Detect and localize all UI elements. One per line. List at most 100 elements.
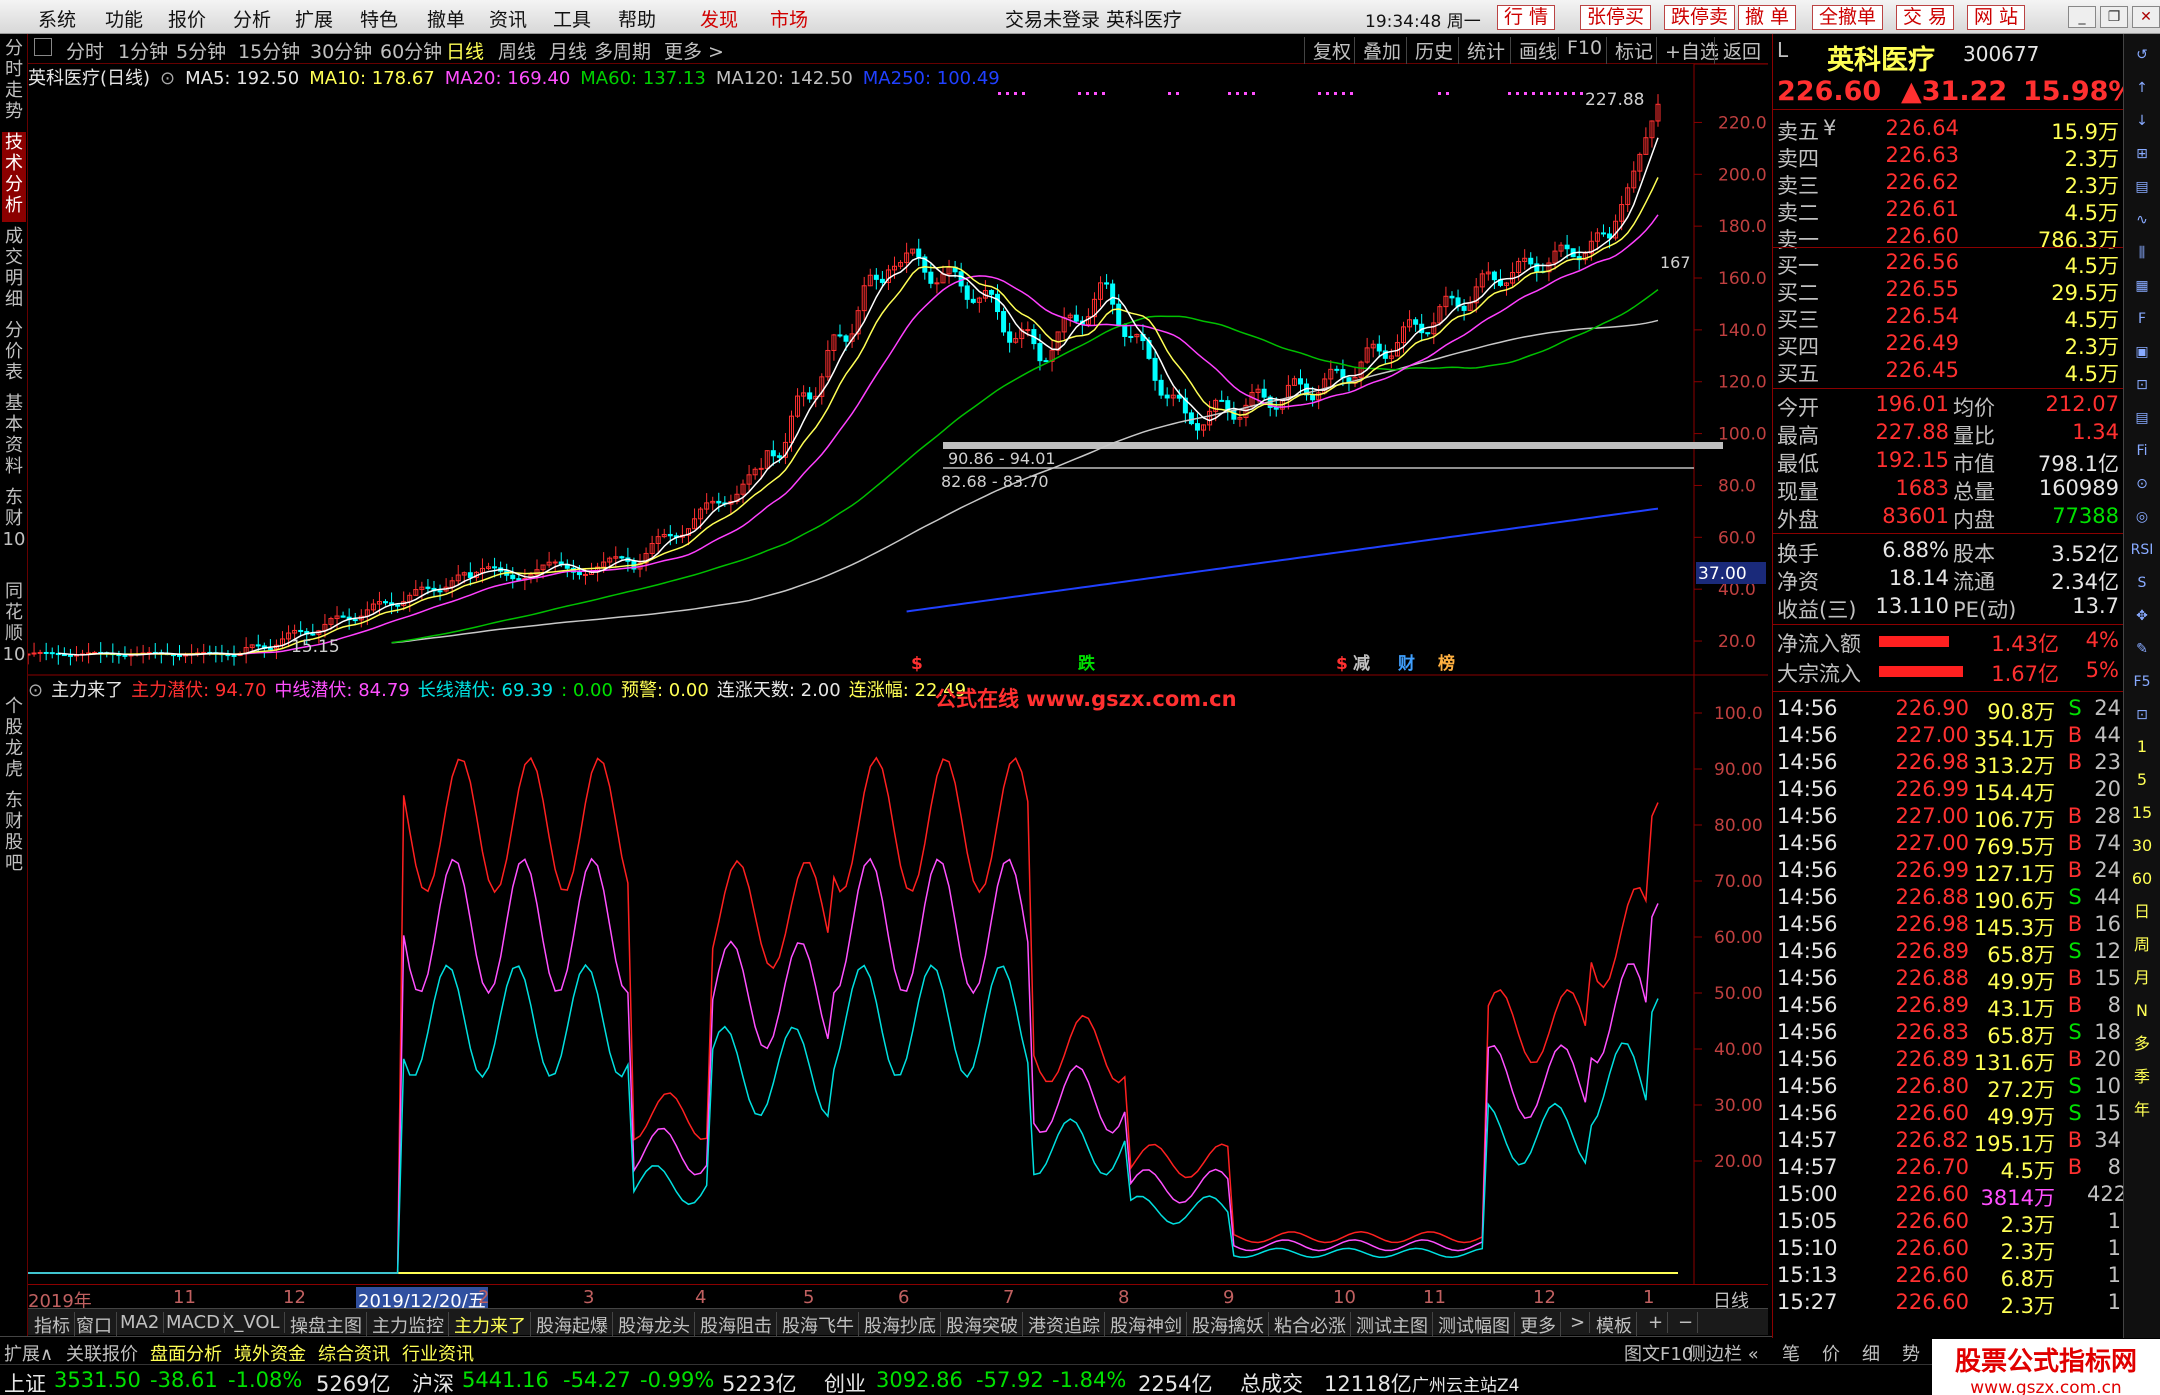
- chart-tool-button[interactable]: 叠加: [1354, 37, 1401, 64]
- extension-tab[interactable]: 扩展∧: [4, 1340, 53, 1366]
- toolbar-icon[interactable]: ⊙: [2128, 471, 2156, 497]
- extension-tab[interactable]: 综合资讯: [318, 1340, 390, 1366]
- toolbar-icon[interactable]: ∿: [2128, 207, 2156, 233]
- toolbar-icon[interactable]: Fi: [2128, 438, 2156, 464]
- chart-tool-button[interactable]: F10: [1558, 37, 1602, 59]
- period-tab[interactable]: 日线: [446, 37, 484, 64]
- chart-tool-button[interactable]: 标记: [1606, 37, 1653, 64]
- period-tab[interactable]: 分时: [66, 37, 104, 64]
- toolbar-icon[interactable]: F5: [2128, 669, 2156, 695]
- indicator-tab[interactable]: MACD: [162, 1312, 225, 1333]
- indicator-chart[interactable]: 100.0 90.00 80.00 70.00 60.00 50.00 40.00 30.00…: [28, 676, 1768, 1284]
- indicator-tab[interactable]: 股海阻击: [696, 1312, 777, 1338]
- toolbar-icon[interactable]: 1: [2128, 734, 2156, 760]
- quick-trade-button[interactable]: 网 站: [1967, 5, 2026, 30]
- side-tab[interactable]: 技术分析: [2, 132, 26, 222]
- period-tab[interactable]: 周线: [498, 37, 536, 64]
- legend-settings-icon[interactable]: ⊙: [160, 68, 175, 89]
- bid-price[interactable]: 226.55: [1849, 277, 1959, 301]
- indicator-tab[interactable]: 窗口: [72, 1312, 117, 1338]
- quick-trade-button[interactable]: 跌停卖: [1664, 5, 1736, 30]
- bid-price[interactable]: 226.45: [1849, 358, 1959, 382]
- bid-price[interactable]: 226.56: [1849, 250, 1959, 274]
- indicator-tab[interactable]: 股海擒妖: [1188, 1312, 1269, 1338]
- panel-toggle[interactable]: 笔: [1782, 1340, 1800, 1366]
- event-marker[interactable]: 减: [1353, 653, 1370, 674]
- indicator-tab[interactable]: 主力来了: [450, 1312, 531, 1338]
- indicator-tab[interactable]: 粘合必涨: [1270, 1312, 1351, 1338]
- toolbar-icon[interactable]: ▤: [2128, 174, 2156, 200]
- toolbar-icon[interactable]: 月: [2128, 965, 2156, 991]
- toolbar-icon[interactable]: F: [2128, 306, 2156, 332]
- side-tab[interactable]: 东财10: [2, 487, 26, 577]
- toolbar-icon[interactable]: ⊡: [2128, 702, 2156, 728]
- quick-trade-button[interactable]: 全撤单: [1812, 5, 1884, 30]
- toolbar-icon[interactable]: S: [2128, 570, 2156, 596]
- toolbar-icon[interactable]: N: [2128, 998, 2156, 1024]
- toolbar-icon[interactable]: ↑: [2128, 75, 2156, 101]
- side-tab[interactable]: 分价表: [2, 320, 26, 389]
- toolbar-icon[interactable]: 季: [2128, 1064, 2156, 1090]
- menu-item[interactable]: 帮助: [618, 5, 656, 32]
- period-tab[interactable]: 60分钟: [380, 37, 442, 64]
- side-tab[interactable]: 东财股吧: [2, 790, 26, 880]
- event-marker[interactable]: $: [1336, 654, 1348, 674]
- indicator-tab[interactable]: 指标: [30, 1312, 75, 1338]
- quick-trade-button[interactable]: 张停买: [1580, 5, 1652, 30]
- toolbar-icon[interactable]: ◎: [2128, 504, 2156, 530]
- period-tab[interactable]: 5分钟: [176, 37, 226, 64]
- indicator-tab[interactable]: 测试幅图: [1434, 1312, 1515, 1338]
- indicator-tab[interactable]: 股海突破: [942, 1312, 1023, 1338]
- indicator-tab[interactable]: 更多: [1516, 1312, 1561, 1338]
- toolbar-icon[interactable]: 30: [2128, 833, 2156, 859]
- indicator-tab[interactable]: 测试主图: [1352, 1312, 1433, 1338]
- toolbar-icon[interactable]: ✥: [2128, 603, 2156, 629]
- chart-tool-button[interactable]: +自选: [1656, 37, 1719, 64]
- indicator-tab[interactable]: MA2: [116, 1312, 165, 1333]
- toolbar-icon[interactable]: 年: [2128, 1097, 2156, 1123]
- menu-item[interactable]: 扩展: [295, 5, 333, 32]
- menu-item[interactable]: 功能: [105, 5, 143, 32]
- indicator-tab[interactable]: 操盘主图: [286, 1312, 367, 1338]
- main-kline-chart[interactable]: 220.0 200.0 180.0 160.0 140.0 120.0 100.0 80.0 6…: [28, 64, 1768, 676]
- chart-tool-button[interactable]: 画线: [1510, 37, 1557, 64]
- indicator-tab[interactable]: 股海龙头: [614, 1312, 695, 1338]
- toolbar-icon[interactable]: ⊡: [2128, 372, 2156, 398]
- event-marker[interactable]: 榜: [1438, 653, 1455, 674]
- chart-tool-button[interactable]: 统计: [1458, 37, 1505, 64]
- indicator-tab[interactable]: −: [1674, 1312, 1699, 1333]
- toolbar-icon[interactable]: ▤: [2128, 405, 2156, 431]
- toolbar-icon[interactable]: 周: [2128, 932, 2156, 958]
- period-tab[interactable]: 1分钟: [118, 37, 168, 64]
- panel-toggle[interactable]: 图文F10: [1624, 1340, 1693, 1366]
- market-menu[interactable]: 市场: [770, 5, 808, 32]
- extension-tab[interactable]: 关联报价: [66, 1340, 138, 1366]
- indicator-tab[interactable]: 模板: [1592, 1312, 1637, 1338]
- period-tab[interactable]: 30分钟: [310, 37, 372, 64]
- ask-price[interactable]: 226.62: [1849, 170, 1959, 194]
- menu-item[interactable]: 资讯: [489, 5, 527, 32]
- extension-tab[interactable]: 境外资金: [234, 1340, 306, 1366]
- indicator-tab[interactable]: 股海飞牛: [778, 1312, 859, 1338]
- toolbar-icon[interactable]: ↓: [2128, 108, 2156, 134]
- panel-toggle[interactable]: 细: [1862, 1340, 1880, 1366]
- toolbar-icon[interactable]: 5: [2128, 767, 2156, 793]
- close-button[interactable]: ✕: [2132, 6, 2160, 28]
- chart-tool-button[interactable]: 复权: [1304, 37, 1351, 64]
- event-marker[interactable]: 财: [1397, 653, 1415, 674]
- side-tab[interactable]: 分时走势: [2, 38, 26, 128]
- toolbar-icon[interactable]: ▣: [2128, 339, 2156, 365]
- indicator-tab[interactable]: +: [1644, 1312, 1669, 1333]
- period-tab[interactable]: 更多 >: [664, 37, 724, 64]
- period-tab[interactable]: 多周期: [594, 37, 651, 64]
- restore-button[interactable]: ❐: [2100, 6, 2128, 28]
- extension-tab[interactable]: 行业资讯: [402, 1340, 474, 1366]
- chart-tool-button[interactable]: 历史: [1406, 37, 1453, 64]
- minimize-button[interactable]: _: [2068, 6, 2096, 28]
- indicator-tab[interactable]: 港资追踪: [1024, 1312, 1105, 1338]
- side-tab[interactable]: 基本资料: [2, 393, 26, 483]
- indicator-tab[interactable]: >: [1566, 1312, 1591, 1333]
- indicator-tab[interactable]: 主力监控: [368, 1312, 449, 1338]
- chart-tool-button[interactable]: 返回: [1714, 37, 1761, 64]
- toolbar-icon[interactable]: ⊞: [2128, 141, 2156, 167]
